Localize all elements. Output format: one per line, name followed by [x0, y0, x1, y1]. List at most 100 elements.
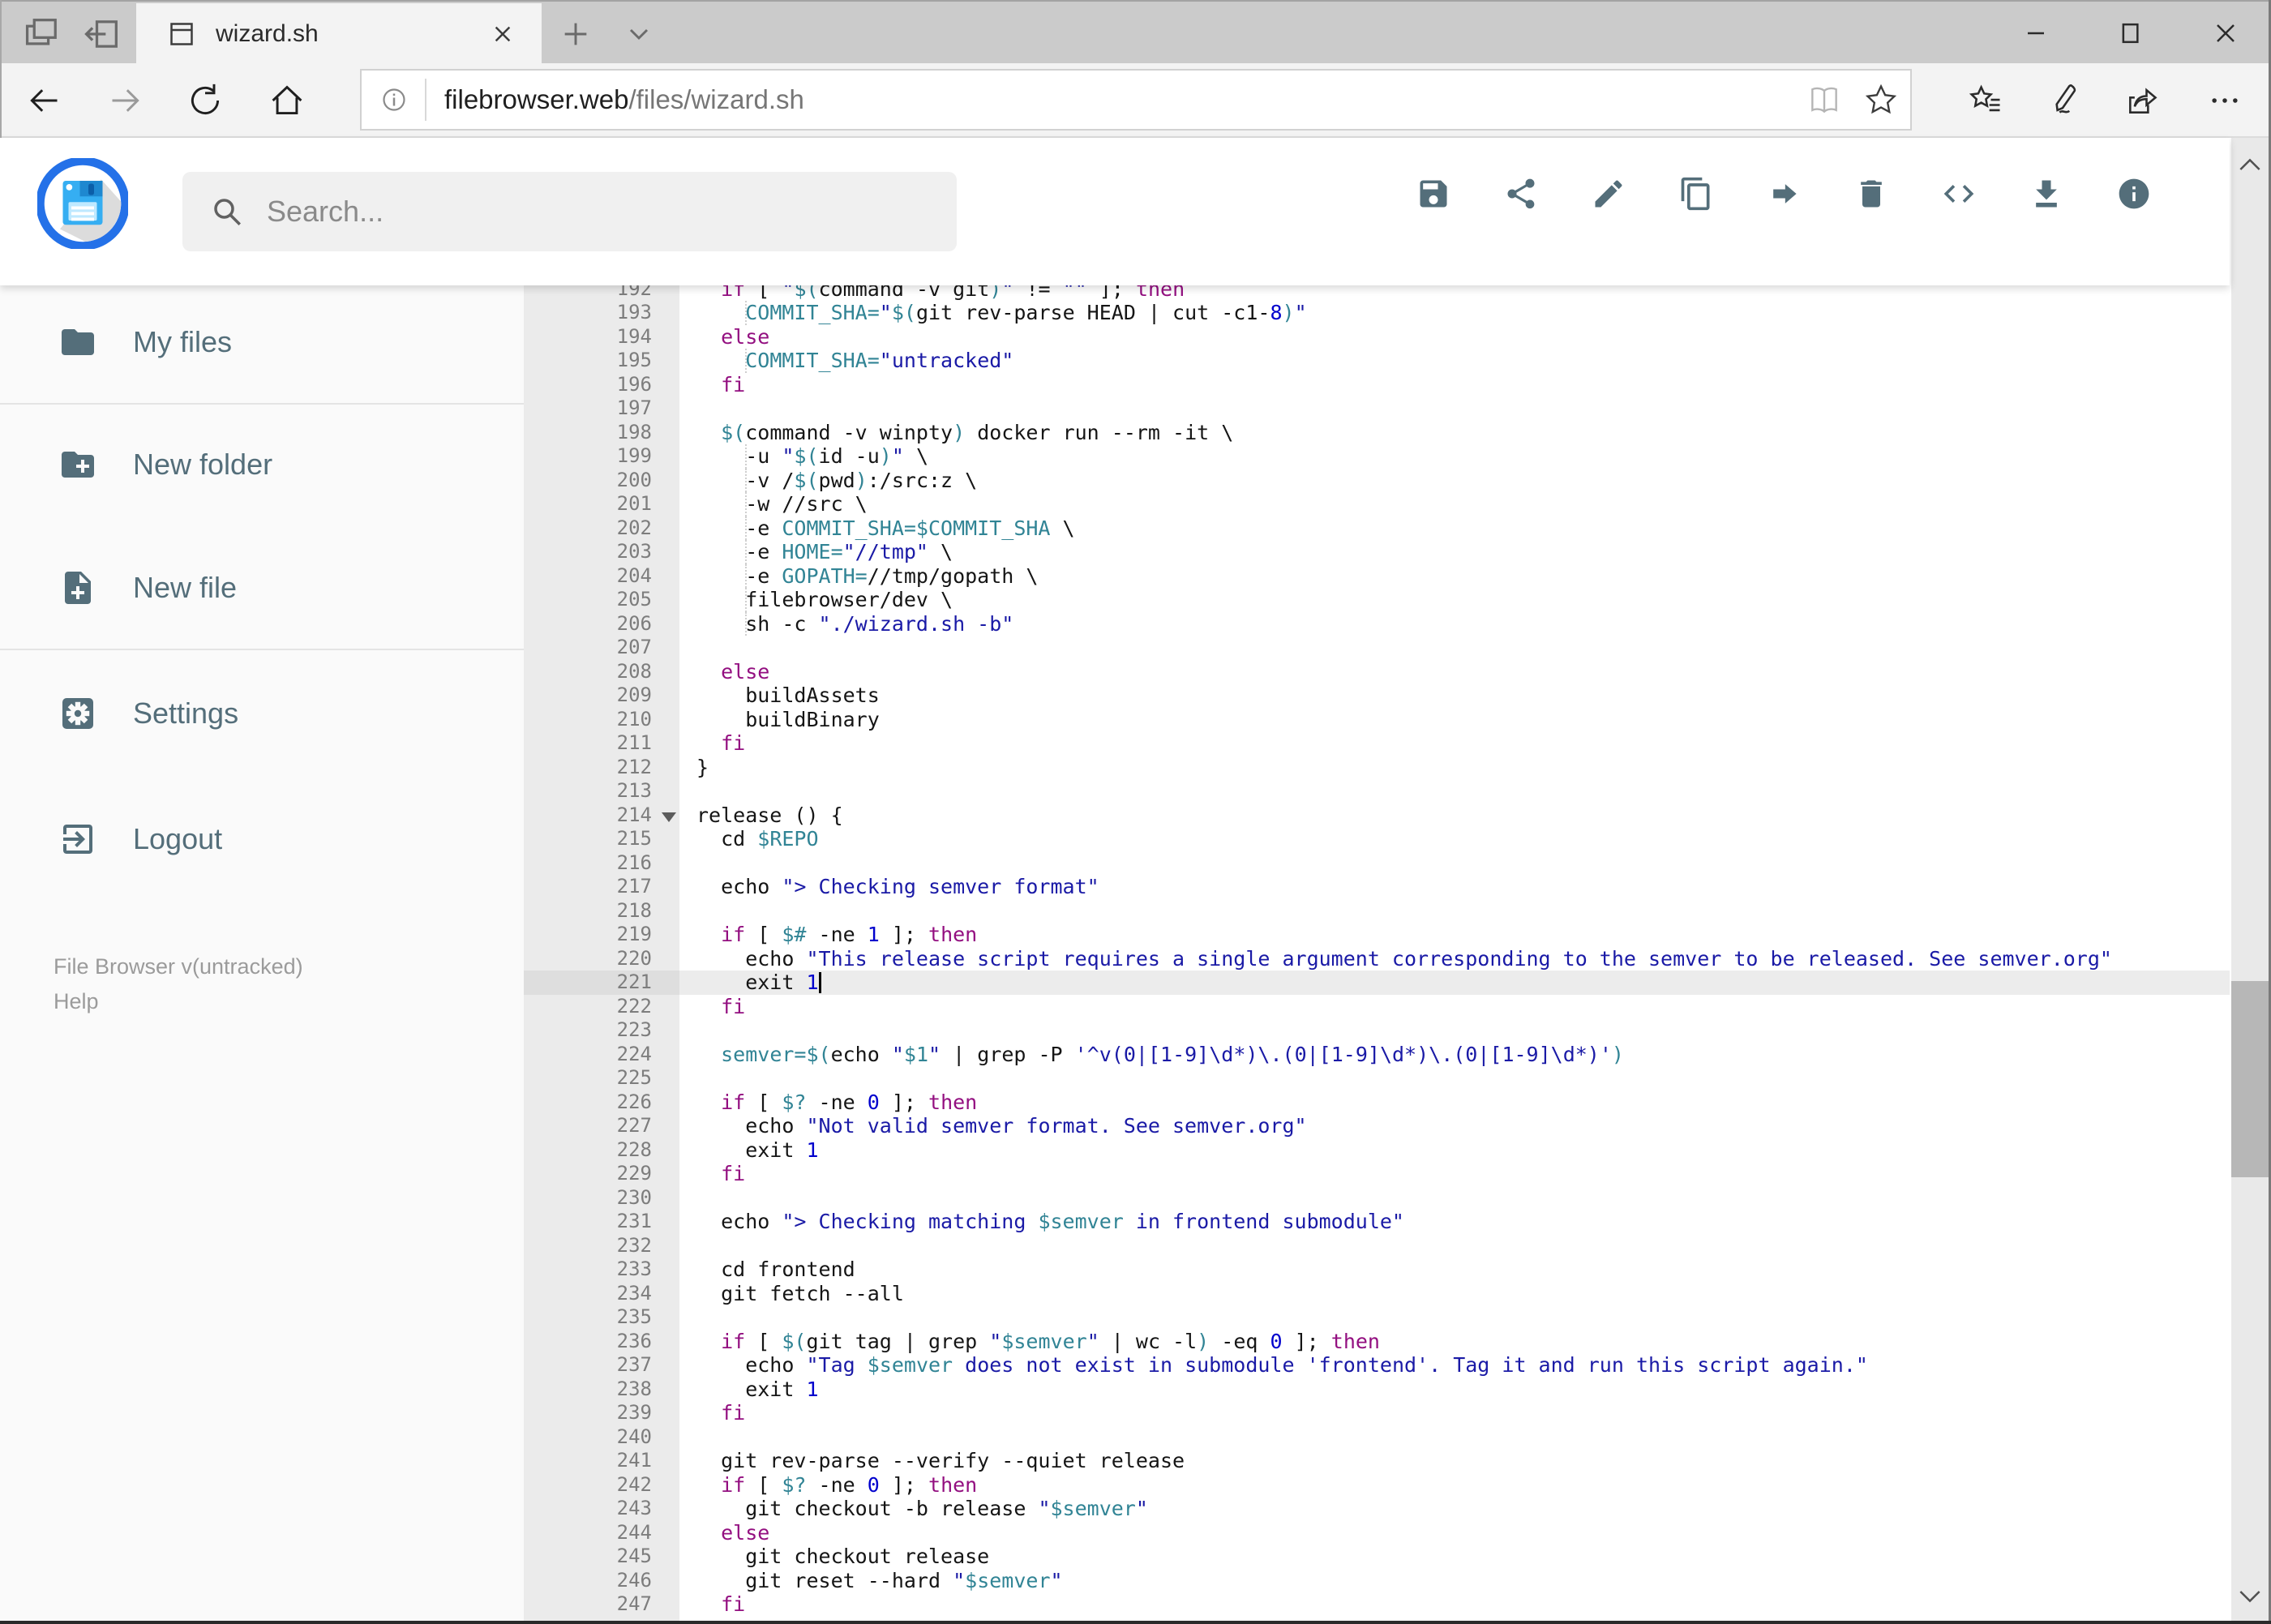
tab-close-icon[interactable] — [486, 18, 519, 50]
line-number: 239 — [616, 1401, 652, 1424]
set-tabs-aside-icon[interactable] — [81, 13, 123, 55]
sidebar-item-settings[interactable]: Settings — [0, 673, 524, 754]
code-line: } — [696, 755, 709, 779]
folder-plus-icon — [62, 452, 94, 478]
line-number: 223 — [616, 1018, 652, 1041]
indent-guide — [745, 468, 747, 492]
sidebar-item-new-file[interactable]: New file — [0, 547, 524, 628]
line-number: 213 — [616, 779, 652, 802]
code-line: cd frontend — [696, 1258, 855, 1281]
line-number: 196 — [616, 372, 652, 396]
maximize-button[interactable] — [2108, 11, 2153, 55]
hub-favorites-icon[interactable] — [1969, 83, 2004, 118]
line-number: 247 — [616, 1592, 652, 1615]
close-button[interactable] — [2203, 11, 2248, 55]
search-box[interactable] — [182, 172, 957, 251]
code-line: -e HOME="//tmp" \ — [696, 540, 953, 564]
address-bar[interactable]: filebrowser.web/files/wizard.sh — [360, 69, 1912, 131]
line-number: 220 — [616, 946, 652, 970]
url-path: /files/wizard.sh — [628, 84, 804, 114]
code-line: echo "This release script requires a sin… — [696, 946, 2112, 971]
tab-preview-icon[interactable] — [21, 13, 63, 55]
line-number: 241 — [616, 1449, 652, 1472]
indent-guide — [745, 349, 747, 373]
code-line: else — [721, 324, 770, 349]
window-border-bottom — [0, 1621, 2271, 1624]
favorite-star-icon[interactable] — [1863, 82, 1899, 118]
vertical-scrollbar[interactable] — [2231, 138, 2269, 1621]
search-icon — [214, 199, 241, 225]
line-number: 215 — [616, 827, 652, 850]
url-separator — [425, 79, 426, 121]
search-input[interactable] — [265, 194, 901, 229]
line-number: 214 — [524, 803, 679, 828]
sidebar-item-label: Settings — [133, 696, 239, 730]
sidebar-item-label: New file — [133, 571, 238, 604]
reading-view-icon[interactable] — [1806, 82, 1842, 118]
file-actions-toolbar — [1416, 176, 2152, 212]
back-icon[interactable] — [26, 83, 62, 118]
minimize-button[interactable] — [2013, 11, 2059, 55]
folder-icon — [62, 329, 94, 355]
sidebar-item-my-files[interactable]: My files — [0, 302, 524, 383]
sidebar-divider — [0, 403, 524, 405]
copy-button[interactable] — [1678, 176, 1714, 212]
share-button[interactable] — [1503, 176, 1539, 212]
refresh-icon[interactable] — [187, 83, 223, 118]
code-line: echo "> Checking semver format" — [696, 875, 1099, 898]
edit-button[interactable] — [1591, 176, 1626, 212]
scroll-up-icon[interactable] — [2234, 149, 2266, 182]
sidebar-item-label: Logout — [133, 822, 223, 855]
code-button[interactable] — [1941, 176, 1977, 212]
code-line: semver=$(echo "$1" | grep -P '^v(0|[1-9]… — [721, 1042, 1624, 1066]
save-button[interactable] — [1416, 176, 1451, 212]
code-line: -e GOPATH=//tmp/gopath \ — [696, 563, 1039, 588]
code-line: if [ $# -ne 1 ]; then — [721, 923, 978, 946]
line-number: 226 — [616, 1090, 652, 1113]
line-number: 246 — [616, 1568, 652, 1592]
line-number: 224 — [616, 1042, 652, 1065]
logout-icon — [63, 825, 92, 854]
code-editor[interactable]: if [ "$(command -v git)" != "" ]; then C… — [679, 285, 2230, 1621]
line-number: 231 — [616, 1210, 652, 1232]
code-line: cd $REPO — [696, 827, 819, 851]
fold-arrow-icon[interactable] — [662, 812, 676, 822]
line-number: 210 — [616, 707, 652, 731]
code-line: buildBinary — [696, 707, 880, 731]
line-number: 219 — [616, 923, 652, 945]
sidebar-item-label: New folder — [133, 448, 273, 481]
code-line: fi — [721, 1401, 746, 1425]
help-link[interactable]: Help — [54, 989, 99, 1014]
site-info-icon[interactable] — [378, 84, 410, 116]
code-line: fi — [721, 994, 746, 1018]
code-line: -v /$(pwd):/src:z \ — [696, 468, 978, 492]
more-options-icon[interactable] — [2207, 83, 2243, 118]
sidebar: My files New folder New file Settings Lo… — [0, 285, 524, 1621]
scrollbar-thumb[interactable] — [2231, 981, 2269, 1177]
line-number: 197 — [616, 396, 652, 419]
move-button[interactable] — [1766, 176, 1802, 212]
share-page-icon[interactable] — [2124, 83, 2160, 118]
code-line: sh -c "./wizard.sh -b" — [696, 611, 1014, 636]
home-icon[interactable] — [269, 83, 305, 118]
tab-list-chevron-icon[interactable] — [621, 18, 657, 50]
code-line: -w //src \ — [696, 492, 868, 516]
scroll-down-icon[interactable] — [2234, 1579, 2266, 1612]
sidebar-item-new-folder[interactable]: New folder — [0, 424, 524, 505]
delete-button[interactable] — [1853, 176, 1889, 212]
code-line: if [ $? -ne 0 ]; then — [721, 1472, 978, 1497]
forward-icon[interactable] — [108, 83, 144, 118]
line-number: 245 — [616, 1545, 652, 1567]
info-button[interactable] — [2116, 176, 2152, 212]
code-line: COMMIT_SHA="$(git rev-parse HEAD | cut -… — [745, 301, 1307, 325]
line-number: 228 — [616, 1138, 652, 1161]
sidebar-item-logout[interactable]: Logout — [0, 799, 524, 880]
browser-tab[interactable]: wizard.sh — [136, 3, 542, 65]
download-button[interactable] — [2029, 176, 2064, 212]
new-tab-icon[interactable] — [558, 18, 593, 50]
web-note-icon[interactable] — [2045, 83, 2080, 118]
code-line: -u "$(id -u)" \ — [696, 444, 929, 469]
